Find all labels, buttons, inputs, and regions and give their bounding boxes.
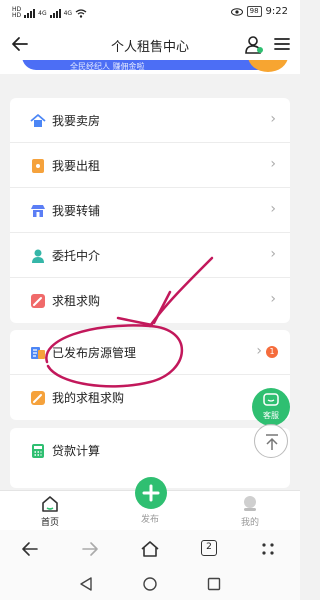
menu-item-loan-calculator[interactable]: 贷款计算 [10, 428, 290, 473]
user-profile-icon[interactable] [244, 35, 264, 55]
battery-indicator: 98 [246, 6, 262, 17]
publish-button[interactable] [135, 477, 167, 509]
menu-icon[interactable] [274, 36, 290, 52]
menu-card-primary: 我要卖房 › 我要出租 › 我要转铺 › 委托中介 › 求租求购 › [10, 98, 290, 323]
pencil-icon [31, 294, 45, 308]
banner-decoration [248, 60, 288, 72]
browser-more-icon[interactable] [258, 539, 278, 559]
tab-mine-label: 我的 [240, 518, 259, 528]
tab-publish-label: 发布 [140, 515, 159, 525]
agent-icon [32, 249, 44, 263]
back-to-top-button[interactable] [254, 424, 288, 458]
browser-back-icon[interactable] [20, 539, 40, 559]
banner-text: 全民经纪人 赚佣金啦 [70, 62, 145, 71]
profile-icon [244, 496, 256, 511]
menu-item-rent-out[interactable]: 我要出租 › [10, 143, 290, 188]
menu-item-published-listings[interactable]: 已发布房源管理 › 1 [10, 330, 290, 375]
browser-toolbar: 2 [0, 530, 300, 568]
system-navigation-bar [0, 568, 300, 600]
chevron-right-icon: › [270, 111, 276, 127]
plus-icon [142, 484, 160, 502]
tab-home-label: 首页 [40, 518, 59, 528]
browser-forward-icon[interactable] [80, 539, 100, 559]
rent-icon [32, 159, 44, 173]
menu-item-my-requests[interactable]: 我的求租求购 [10, 375, 290, 420]
menu-item-label: 我要卖房 [52, 114, 101, 128]
chevron-right-icon: › [270, 201, 276, 217]
menu-item-transfer-shop[interactable]: 我要转铺 › [10, 188, 290, 233]
notification-badge: 1 [266, 346, 278, 358]
menu-item-label: 我要转铺 [52, 204, 101, 218]
status-bar: HD HD 4G 4G 98 9:22 [0, 0, 300, 30]
chat-bubble-icon [263, 393, 279, 406]
system-recents-icon[interactable] [206, 576, 222, 592]
signal-icon [24, 8, 36, 18]
chevron-right-icon: › [256, 343, 262, 359]
sim2-label: HD [12, 12, 22, 19]
chevron-right-icon: › [270, 246, 276, 262]
home-icon [42, 496, 58, 512]
status-left: HD HD 4G 4G [12, 7, 87, 19]
eye-icon [230, 7, 243, 16]
menu-item-label: 已发布房源管理 [52, 346, 137, 360]
listing-icon [31, 347, 45, 359]
menu-item-label: 我要出租 [52, 159, 101, 173]
customer-service-button[interactable]: 客服 [252, 388, 290, 426]
wifi-icon [75, 8, 87, 18]
banner-pill [22, 60, 272, 70]
browser-home-icon[interactable] [140, 539, 160, 559]
menu-item-entrust-agent[interactable]: 委托中介 › [10, 233, 290, 278]
tab-home[interactable]: 首页 [20, 495, 80, 528]
signal-icon-2 [49, 8, 61, 18]
menu-item-want-rent-buy[interactable]: 求租求购 › [10, 278, 290, 323]
pencil-icon [31, 391, 45, 405]
network-label-1: 4G [38, 9, 47, 17]
clock: 9:22 [265, 6, 288, 17]
browser-tabs-button[interactable]: 2 [201, 540, 217, 556]
tab-mine[interactable]: 我的 [220, 495, 280, 528]
menu-item-label: 求租求购 [52, 294, 101, 308]
menu-card-manage: 已发布房源管理 › 1 我的求租求购 [10, 330, 290, 420]
title-bar: 个人租售中心 [0, 30, 300, 60]
banner[interactable]: 全民经纪人 赚佣金啦 [0, 60, 300, 74]
shop-icon [31, 205, 45, 217]
chevron-right-icon: › [270, 156, 276, 172]
arrow-up-icon [266, 434, 278, 450]
system-home-icon[interactable] [142, 576, 158, 592]
service-label: 客服 [263, 411, 279, 420]
menu-item-label: 我的求租求购 [52, 391, 125, 405]
chevron-right-icon: › [270, 291, 276, 307]
menu-item-label: 贷款计算 [52, 444, 101, 458]
house-icon [30, 114, 46, 127]
system-back-icon[interactable] [78, 576, 94, 592]
network-label-2: 4G [63, 9, 73, 17]
calculator-icon [32, 444, 44, 458]
menu-item-sell-house[interactable]: 我要卖房 › [10, 98, 290, 143]
sim-labels: HD HD [12, 7, 21, 19]
status-right: 98 9:22 [230, 6, 288, 17]
menu-item-label: 委托中介 [52, 249, 101, 263]
